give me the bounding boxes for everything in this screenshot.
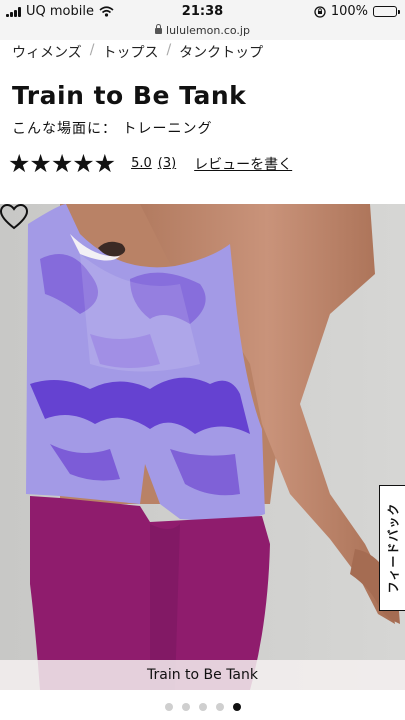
battery-icon [373, 6, 400, 17]
pagination-dot[interactable] [164, 703, 173, 711]
feedback-tab[interactable]: フィードバック [379, 485, 405, 611]
lock-icon [155, 24, 163, 34]
status-bar: UQ mobile 21:38 100% [0, 0, 405, 24]
pagination-dot-active[interactable] [232, 703, 241, 711]
pagination-dot[interactable] [198, 703, 207, 711]
rating-row: ★★★★★ 5.0 (3) レビューを書く [8, 151, 292, 176]
pagination-dot[interactable] [215, 703, 224, 711]
feedback-label: フィードバック [386, 502, 400, 594]
product-image-gallery[interactable]: Train to Be Tank [0, 204, 405, 690]
status-right: 100% [314, 4, 400, 19]
rating-score[interactable]: 5.0 [131, 156, 152, 171]
breadcrumb-tank-tops[interactable]: タンクトップ [179, 42, 263, 62]
star-rating-icon: ★★★★★ [8, 149, 116, 178]
url-domain: lululemon.co.jp [166, 24, 250, 37]
product-photo [0, 204, 405, 690]
product-title: Train to Be Tank [12, 81, 247, 110]
breadcrumb-women[interactable]: ウィメンズ [12, 42, 82, 62]
product-activity: こんな場面に： トレーニング [12, 121, 213, 137]
breadcrumb-separator: / [166, 42, 172, 58]
review-count[interactable]: (3) [158, 156, 176, 171]
heart-icon[interactable] [0, 204, 28, 230]
breadcrumb: ウィメンズ / トップス / タンクトップ [12, 42, 263, 62]
url-bar[interactable]: lululemon.co.jp [0, 24, 405, 40]
orientation-lock-icon [314, 5, 326, 18]
gallery-pagination [0, 703, 405, 711]
breadcrumb-tops[interactable]: トップス [102, 42, 158, 62]
image-caption: Train to Be Tank [0, 660, 405, 690]
write-review-link[interactable]: レビューを書く [194, 154, 292, 174]
battery-percent: 100% [330, 4, 368, 19]
pagination-dot[interactable] [181, 703, 190, 711]
breadcrumb-separator: / [89, 42, 95, 58]
